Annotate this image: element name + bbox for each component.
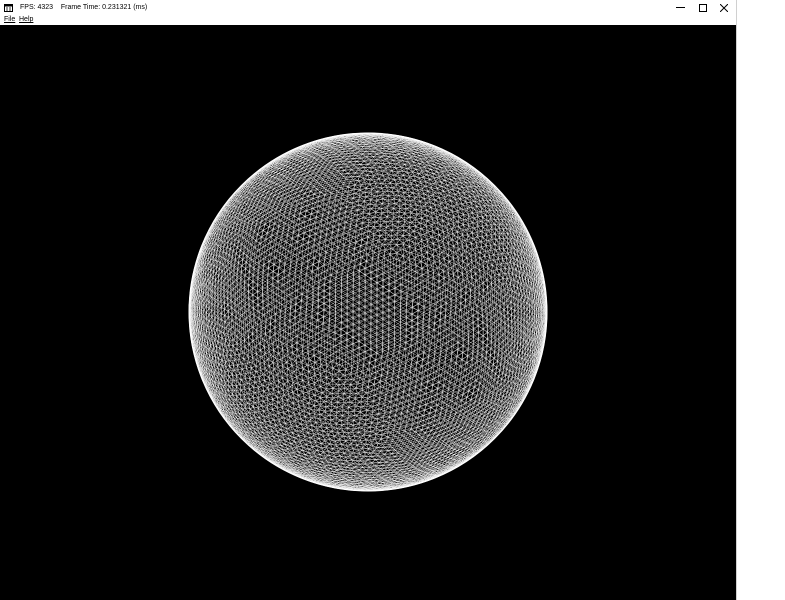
minimize-icon xyxy=(675,3,685,12)
title-bar[interactable]: FPS: 4323 Frame Time: 0.231321 (ms) xyxy=(0,0,736,15)
menu-help[interactable]: Help xyxy=(19,16,33,24)
render-viewport[interactable] xyxy=(0,25,736,600)
menu-bar: File Help xyxy=(0,15,736,25)
app-window: FPS: 4323 Frame Time: 0.231321 (ms) File… xyxy=(0,0,737,600)
wireframe-sphere xyxy=(188,132,548,492)
app-window-icon[interactable] xyxy=(4,3,13,12)
sphere-mesh-edges xyxy=(188,132,548,492)
window-title: FPS: 4323 Frame Time: 0.231321 (ms) xyxy=(20,4,148,11)
menu-file[interactable]: File xyxy=(4,16,15,24)
close-button[interactable] xyxy=(711,0,737,15)
maximize-icon xyxy=(699,3,707,12)
close-icon xyxy=(720,3,728,12)
